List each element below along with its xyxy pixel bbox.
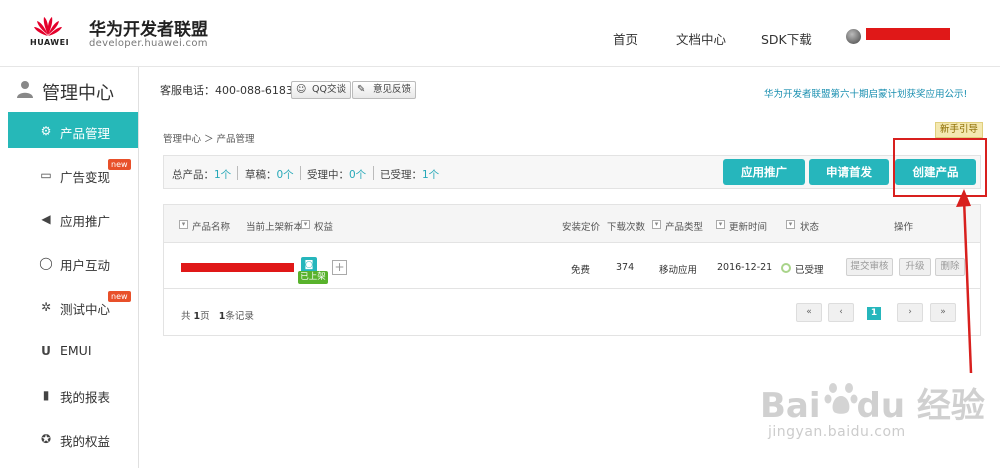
col-rights: 权益 <box>314 222 334 233</box>
breadcrumb: 管理中心 ＞ 产品管理 <box>163 134 255 145</box>
sidebar-item-label: 产品管理 <box>60 126 111 141</box>
sidebar-item-my-reports[interactable]: ▮ 我的报表 <box>8 376 138 412</box>
status-badge: 已上架 <box>298 271 328 284</box>
sidebar-item-label: EMUI <box>60 343 92 358</box>
cell-downloads: 374 <box>616 262 635 273</box>
sidebar-item-label: 广告变现 <box>60 170 111 185</box>
qq-chat-label: QQ交谈 <box>312 84 346 95</box>
current-page[interactable]: 1 <box>867 307 881 320</box>
sidebar-item-my-rights[interactable]: ✪ 我的权益 <box>8 420 138 456</box>
sidebar-item-product-management[interactable]: ⚙ 产品管理 <box>8 112 138 148</box>
col-downloads: 下载次数 <box>607 222 646 233</box>
monitor-icon: ▭ <box>40 168 52 182</box>
stat-accepted: 已受理：1个 <box>380 169 440 181</box>
app-promote-button[interactable]: 应用推广 <box>723 159 805 185</box>
stat-accepted-value: 1个 <box>422 169 440 181</box>
sidebar-item-emui[interactable]: ᑌ EMUI <box>8 332 138 368</box>
table-row[interactable]: ◙ 已上架 + 免费 374 移动应用 2016-12-21 已受理 提交审核 … <box>164 244 980 289</box>
chevron-down-icon[interactable]: ▾ <box>786 220 795 229</box>
submit-review-button[interactable]: 提交审核 <box>846 258 893 276</box>
apply-first-launch-button[interactable]: 申请首发 <box>809 159 889 185</box>
annotation-arrow-icon <box>956 189 973 374</box>
chat-icon: ◯ <box>39 256 53 270</box>
chevron-down-icon[interactable]: ▾ <box>301 220 310 229</box>
col-product-name: 产品名称 <box>192 222 231 233</box>
username-redacted[interactable] <box>866 28 950 40</box>
sidebar-item-label: 应用推广 <box>60 214 111 229</box>
sidebar-item-label: 我的报表 <box>60 390 111 405</box>
cell-state: 已受理 <box>795 265 824 276</box>
col-update-time: 更新时间 <box>729 222 768 233</box>
sidebar-item-user-interaction[interactable]: ◯ 用户互动 <box>8 244 138 280</box>
stat-draft-value: 0个 <box>276 169 294 181</box>
baidu-watermark: Bai du 经验 <box>760 386 985 426</box>
baidu-paw-icon <box>824 383 858 414</box>
notice-link[interactable]: 华为开发者联盟第六十期启蒙计划获奖应用公示! <box>764 86 967 100</box>
top-header: HUAWEI 华为开发者联盟 developer.huawei.com 首页 文… <box>0 0 1000 67</box>
new-badge: new <box>108 291 131 302</box>
huawei-logo-text: HUAWEI <box>30 38 70 47</box>
qq-chat-button[interactable]: ☺ QQ交谈 <box>291 81 351 99</box>
col-current-version: 当前上架新本 <box>246 222 304 233</box>
chart-icon: ▮ <box>42 388 50 402</box>
stat-draft: 草稿：0个 <box>245 169 294 181</box>
star-icon: ✪ <box>40 432 52 446</box>
sidebar-title: 管理中心 <box>42 83 114 104</box>
edit-icon: ✎ <box>357 84 366 95</box>
status-dot-icon <box>781 263 791 273</box>
sidebar-header: 管理中心 <box>0 67 139 112</box>
sidebar-item-label: 测试中心 <box>60 302 111 317</box>
product-name-redacted[interactable] <box>181 263 294 272</box>
stat-pending: 受理中：0个 <box>307 169 367 181</box>
col-status: 状态 <box>800 222 820 233</box>
beginner-guide-button[interactable]: 新手引导 <box>935 122 983 138</box>
table-header: ▾ 产品名称 当前上架新本 ▾ 权益 安装定价 下载次数 ▾ 产品类型 ▾ 更新… <box>164 205 980 243</box>
cell-type: 移动应用 <box>659 265 698 276</box>
feedback-label: 意见反馈 <box>373 84 412 95</box>
sidebar-item-label: 我的权益 <box>60 434 111 449</box>
feedback-button[interactable]: ✎ 意见反馈 <box>352 81 417 99</box>
new-badge: new <box>108 159 131 170</box>
product-table: ▾ 产品名称 当前上架新本 ▾ 权益 安装定价 下载次数 ▾ 产品类型 ▾ 更新… <box>163 204 981 336</box>
first-page-button[interactable]: « <box>796 303 822 322</box>
megaphone-icon: ◀ <box>41 212 51 226</box>
cell-price: 免费 <box>571 265 591 276</box>
col-price: 安装定价 <box>562 222 601 233</box>
stat-total-value: 1个 <box>214 169 232 181</box>
chevron-down-icon[interactable]: ▾ <box>716 220 725 229</box>
user-icon <box>17 81 33 98</box>
next-page-button[interactable]: › <box>897 303 923 322</box>
sidebar-item-label: 用户互动 <box>60 258 111 273</box>
sidebar: 管理中心 ⚙ 产品管理 ▭ 广告变现 new ◀ 应用推广 ◯ 用户互动 ✲ 测… <box>0 67 139 468</box>
sidebar-item-ad-monetization[interactable]: ▭ 广告变现 new <box>8 156 138 192</box>
chevron-down-icon[interactable]: ▾ <box>652 220 661 229</box>
col-product-type: 产品类型 <box>665 222 704 233</box>
chevron-down-icon[interactable]: ▾ <box>179 220 188 229</box>
add-icon[interactable]: + <box>332 260 347 275</box>
qq-icon: ☺ <box>296 84 307 95</box>
sidebar-item-app-promotion[interactable]: ◀ 应用推广 <box>8 200 138 236</box>
watermark-url: jingyan.baidu.com <box>768 424 906 440</box>
emui-icon: ᑌ <box>41 344 51 358</box>
col-operations: 操作 <box>894 222 914 233</box>
stat-pending-value: 0个 <box>349 169 367 181</box>
brand-url: developer.huawei.com <box>89 38 208 49</box>
pager-summary: 共 1页 1条记录 <box>181 311 254 322</box>
hotline-text: 客服电话：400-088-6183 <box>160 84 293 97</box>
prev-page-button[interactable]: ‹ <box>828 303 854 322</box>
test-icon: ✲ <box>40 300 52 314</box>
avatar[interactable] <box>846 29 861 44</box>
brand-title[interactable]: 华为开发者联盟 <box>89 15 208 40</box>
upgrade-button[interactable]: 升级 <box>899 258 931 276</box>
gear-icon: ⚙ <box>40 124 52 138</box>
sidebar-item-test-center[interactable]: ✲ 测试中心 new <box>8 288 138 324</box>
cell-updated: 2016-12-21 <box>717 262 773 273</box>
stat-total: 总产品：1个 <box>172 169 232 181</box>
nav-home[interactable]: 首页 <box>613 29 638 48</box>
nav-docs[interactable]: 文档中心 <box>676 29 726 48</box>
nav-sdk[interactable]: SDK下载 <box>761 29 812 48</box>
